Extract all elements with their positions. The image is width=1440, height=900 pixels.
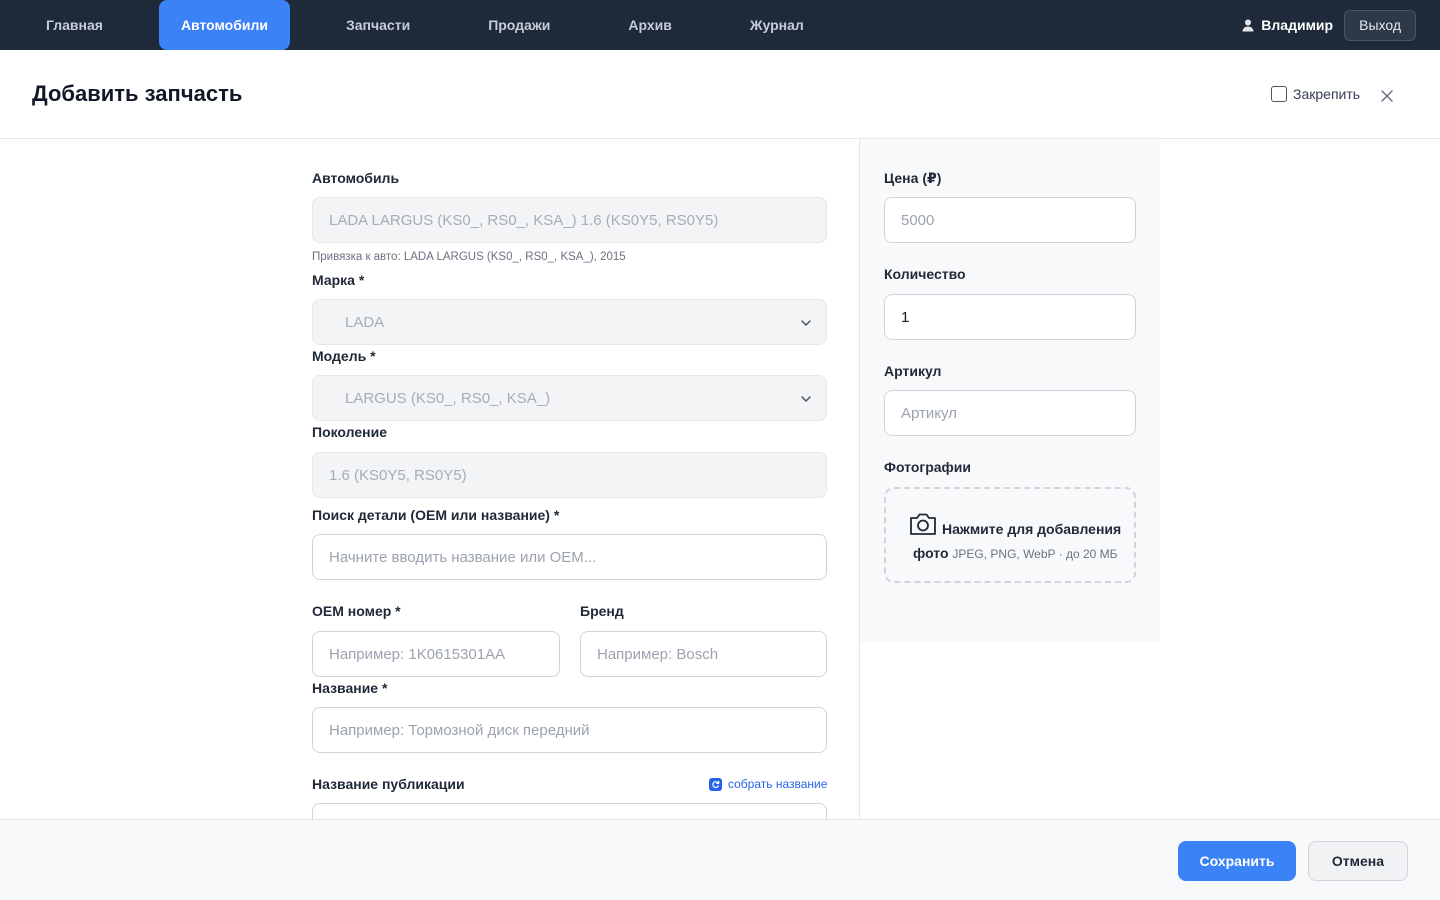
dropzone-main-text: Нажмите для добавления bbox=[942, 521, 1122, 537]
price-label: Цена (₽) bbox=[884, 170, 942, 186]
pub-name-label: Название публикации bbox=[312, 776, 465, 792]
sku-input[interactable]: Артикул bbox=[884, 390, 1136, 436]
close-icon[interactable] bbox=[1380, 89, 1394, 103]
camera-icon bbox=[910, 513, 936, 535]
nav-tab-home[interactable]: Главная bbox=[24, 0, 125, 50]
save-button[interactable]: Сохранить bbox=[1178, 841, 1296, 881]
build-name-label: собрать название bbox=[728, 777, 828, 791]
name-label: Название * bbox=[312, 680, 388, 696]
user-icon bbox=[1241, 18, 1255, 32]
chevron-down-icon bbox=[801, 320, 811, 326]
maker-label: Бренд bbox=[580, 603, 624, 619]
generation-field: 1.6 (KS0Y5, RS0Y5) bbox=[312, 452, 827, 498]
qty-value: 1 bbox=[901, 308, 910, 326]
build-name-link[interactable]: собрать название bbox=[709, 777, 827, 791]
logout-button[interactable]: Выход bbox=[1344, 9, 1416, 41]
car-label: Автомобиль bbox=[312, 170, 400, 186]
nav-tab-parts[interactable]: Запчасти bbox=[324, 0, 432, 50]
user-name: Владимир bbox=[1261, 17, 1334, 33]
refresh-icon bbox=[709, 777, 722, 791]
sku-label: Артикул bbox=[884, 363, 942, 379]
pin-checkbox[interactable] bbox=[1271, 86, 1287, 102]
form-footer: Сохранить Отмена bbox=[0, 819, 1440, 900]
dropzone-main-text-end: фото bbox=[913, 545, 949, 561]
top-navbar: Главная Автомобили Запчасти Продажи Архи… bbox=[0, 0, 1440, 50]
cancel-button[interactable]: Отмена bbox=[1308, 841, 1408, 881]
nav-tab-archive[interactable]: Архив bbox=[606, 0, 693, 50]
pin-label: Закрепить bbox=[1293, 86, 1361, 102]
qty-input[interactable]: 1 bbox=[884, 294, 1136, 340]
photo-dropzone[interactable]: Нажмите для добавления фото JPEG, PNG, W… bbox=[884, 487, 1136, 583]
qty-label: Количество bbox=[884, 266, 966, 282]
page-title: Добавить запчасть bbox=[32, 81, 243, 106]
brand-select[interactable]: LADA bbox=[312, 299, 827, 345]
pin-toggle[interactable]: Закрепить bbox=[1271, 86, 1360, 102]
search-label: Поиск детали (OEM или название) * bbox=[312, 507, 560, 523]
oem-label: OEM номер * bbox=[312, 603, 401, 619]
panel-divider bbox=[859, 642, 860, 820]
photos-label: Фотографии bbox=[884, 459, 972, 475]
model-select[interactable]: LARGUS (KS0_, RS0_, KSA_) bbox=[312, 375, 827, 421]
part-search-input[interactable]: Начните вводить название или OEM... bbox=[312, 534, 827, 580]
generation-label: Поколение bbox=[312, 424, 387, 440]
dropzone-formats: JPEG, PNG, WebP · до 20 МБ bbox=[952, 547, 1118, 561]
oem-input[interactable]: Например: 1K0615301AA bbox=[312, 631, 560, 677]
maker-input[interactable]: Например: Bosch bbox=[580, 631, 827, 677]
nav-tabs: Главная Автомобили Запчасти Продажи Архи… bbox=[0, 0, 860, 50]
name-input[interactable]: Например: Тормозной диск передний bbox=[312, 707, 827, 753]
nav-tab-cars[interactable]: Автомобили bbox=[158, 0, 290, 50]
price-input[interactable]: 5000 bbox=[884, 197, 1136, 243]
car-binding-hint: Привязка к авто: LADA LARGUS (KS0_, RS0_… bbox=[312, 251, 626, 263]
car-field: LADA LARGUS (KS0_, RS0_, KSA_) 1.6 (KS0Y… bbox=[312, 197, 827, 243]
user-area: Владимир Выход bbox=[1241, 0, 1416, 50]
brand-select-value: LADA bbox=[345, 313, 385, 331]
brand-label: Марка * bbox=[312, 272, 365, 288]
model-label: Модель * bbox=[312, 348, 376, 364]
page-header: Добавить запчасть Закрепить bbox=[0, 50, 1440, 139]
chevron-down-icon bbox=[801, 396, 811, 402]
nav-tab-journal[interactable]: Журнал bbox=[728, 0, 826, 50]
model-select-value: LARGUS (KS0_, RS0_, KSA_) bbox=[345, 389, 551, 407]
nav-tab-sales[interactable]: Продажи bbox=[466, 0, 572, 50]
